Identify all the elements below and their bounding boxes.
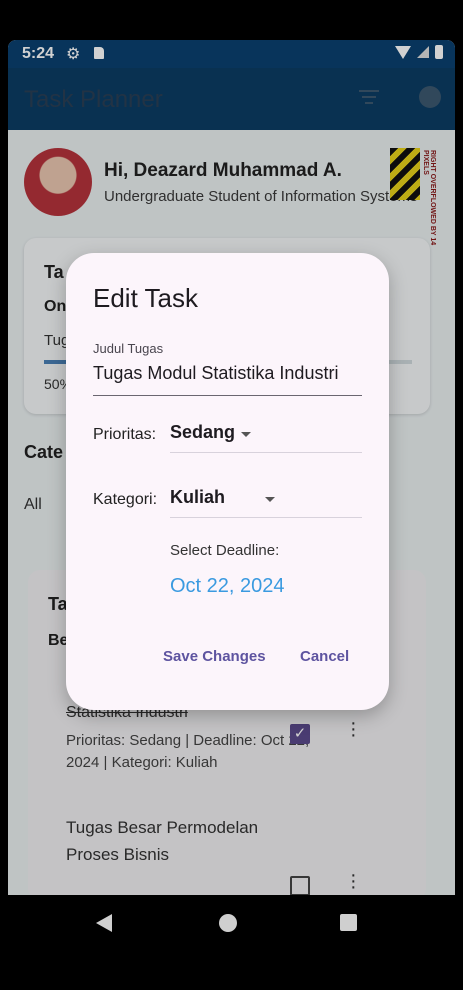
chevron-down-icon — [265, 497, 275, 502]
app-screen: 5:24 ⚙ Task Planner Hi, Deazard Muhammad… — [8, 40, 455, 895]
recent-apps-icon[interactable] — [340, 914, 357, 931]
dialog-title: Edit Task — [93, 283, 199, 313]
deadline-picker-link[interactable]: Oct 22, 2024 — [170, 575, 285, 598]
save-changes-button[interactable]: Save Changes — [163, 648, 266, 665]
task-title-input[interactable] — [93, 363, 363, 384]
priority-dropdown[interactable]: Sedang — [170, 420, 362, 453]
category-dropdown[interactable]: Kuliah — [170, 485, 362, 518]
priority-label: Prioritas: — [93, 426, 157, 443]
cancel-button[interactable]: Cancel — [300, 648, 349, 665]
device-top-bezel — [0, 0, 463, 40]
priority-value: Sedang — [170, 422, 236, 442]
system-nav-bar — [0, 895, 463, 990]
home-icon[interactable] — [219, 914, 237, 932]
edit-task-dialog: Edit Task Judul Tugas Prioritas: Sedang … — [66, 253, 389, 710]
input-underline — [93, 395, 362, 396]
chevron-down-icon — [241, 432, 251, 437]
category-label: Kategori: — [93, 491, 158, 508]
category-value: Kuliah — [170, 487, 226, 507]
deadline-label: Select Deadline: — [170, 542, 280, 559]
back-icon[interactable] — [96, 914, 112, 932]
title-field-label: Judul Tugas — [93, 341, 164, 356]
